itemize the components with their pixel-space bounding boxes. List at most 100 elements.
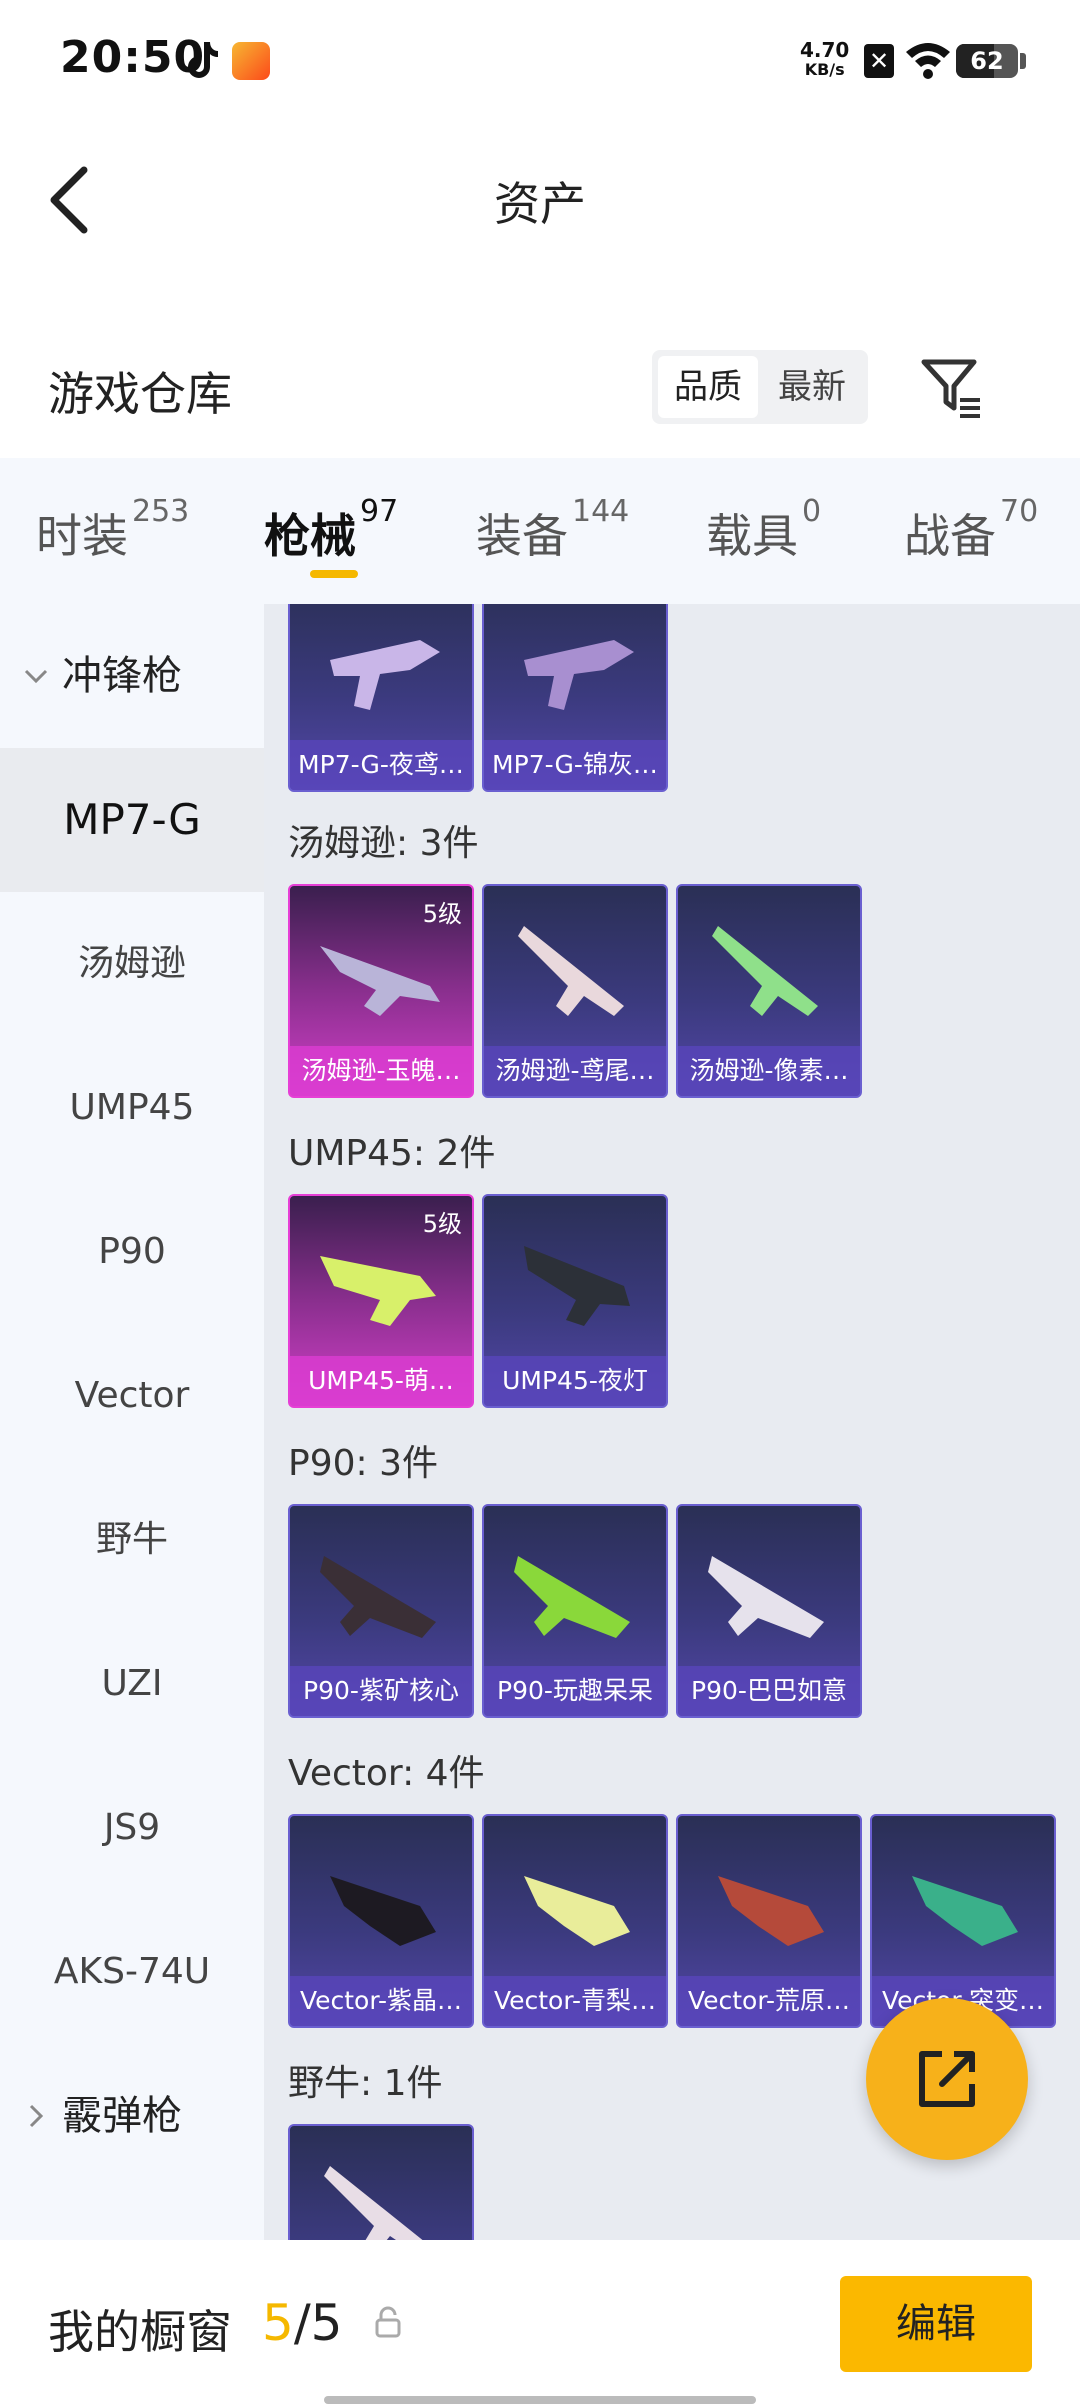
weapon-image — [524, 640, 634, 710]
category-tabs: 时装 253 枪械 97 装备 144 载具 0 战备 70 — [0, 458, 1080, 604]
battery-level: 62 — [970, 47, 1004, 75]
showcase-label: 我的橱窗 — [48, 2305, 232, 2359]
weapon-grid: MP7-G-夜鸢… MP7-G-锦灰… 汤姆逊: 3件 5级 汤姆逊-玉魄… 汤… — [264, 604, 1080, 2240]
weapon-card[interactable]: Vector-紫晶… — [288, 1814, 474, 2028]
tab-label: 装备 — [476, 509, 568, 563]
edit-button[interactable]: 编辑 — [840, 2276, 1032, 2372]
sidebar-item-mp7g[interactable]: MP7-G — [0, 748, 264, 892]
sidebar-item-ump45[interactable]: UMP45 — [0, 1036, 264, 1180]
warehouse-title: 游戏仓库 — [48, 367, 232, 421]
weapon-card[interactable] — [288, 2124, 474, 2240]
weapon-card-label: P90-紫矿核心 — [290, 1666, 472, 1716]
weapon-card-label: Vector-青梨… — [484, 1976, 666, 2026]
tab-count: 144 — [572, 494, 630, 529]
weapon-sidebar: 冲锋枪 MP7-G 汤姆逊 UMP45 P90 Vector 野牛 UZI JS… — [0, 604, 264, 2240]
sidebar-item-bizon[interactable]: 野牛 — [0, 1468, 264, 1612]
chevron-down-icon — [24, 669, 48, 684]
sidebar-item-js9[interactable]: JS9 — [0, 1756, 264, 1900]
app-badge-icon — [232, 42, 270, 80]
sidebar-group-label: 冲锋枪 — [62, 653, 182, 699]
tab-label: 枪械 — [264, 509, 356, 563]
weapon-image — [524, 1246, 630, 1326]
lock-icon — [375, 2306, 401, 2338]
status-bar: 20:50 4.70 KB/s ✕ 62 — [0, 0, 1080, 120]
group-label-ump45: UMP45: 2件 — [288, 1133, 496, 1174]
weapon-card-label: MP7-G-锦灰… — [484, 740, 666, 790]
sort-newest-button[interactable]: 最新 — [762, 356, 862, 418]
weapon-card-label: Vector-紫晶… — [290, 1976, 472, 2026]
weapon-card[interactable]: MP7-G-锦灰… — [482, 604, 668, 792]
tab-firearms[interactable]: 枪械 97 — [264, 494, 398, 566]
tab-equipment[interactable]: 装备 144 — [476, 494, 629, 566]
weapon-card[interactable]: 汤姆逊-鸢尾… — [482, 884, 668, 1098]
weapon-image — [712, 926, 818, 1016]
weapon-image — [718, 1876, 824, 1946]
filter-icon[interactable] — [920, 356, 984, 420]
sidebar-group-smg[interactable]: 冲锋枪 — [0, 604, 264, 748]
group-label-thompson: 汤姆逊: 3件 — [288, 823, 479, 864]
weapon-card[interactable]: Vector-荒原… — [676, 1814, 862, 2028]
page-title: 资产 — [494, 177, 586, 231]
weapon-card[interactable]: 汤姆逊-像素… — [676, 884, 862, 1098]
battery-icon: 62 — [956, 44, 1018, 78]
weapon-image — [524, 1876, 630, 1946]
tab-count: 0 — [802, 494, 822, 529]
sidebar-group-shotgun[interactable]: 霰弹枪 — [0, 2044, 264, 2188]
tab-active-indicator — [310, 570, 358, 578]
sidebar-item-thompson[interactable]: 汤姆逊 — [0, 892, 264, 1036]
weapon-image — [320, 1256, 436, 1326]
weapon-image — [320, 1556, 436, 1638]
weapon-card[interactable]: P90-玩趣呆呆 — [482, 1504, 668, 1718]
weapon-card[interactable]: 5级 汤姆逊-玉魄… — [288, 884, 474, 1098]
wifi-icon — [906, 43, 950, 79]
weapon-card[interactable]: MP7-G-夜鸢… — [288, 604, 474, 792]
sidebar-item-aks74u[interactable]: AKS-74U — [0, 1900, 264, 2044]
net-speed: 4.70 KB/s — [800, 40, 849, 80]
tab-vehicles[interactable]: 载具 0 — [706, 494, 821, 566]
chevron-right-icon — [29, 2104, 44, 2128]
sidebar-item-vector[interactable]: Vector — [0, 1324, 264, 1468]
weapon-image — [320, 946, 440, 1016]
sort-quality-button[interactable]: 品质 — [658, 356, 758, 418]
weapon-image — [324, 2166, 423, 2240]
tiktok-icon — [188, 42, 218, 78]
weapon-card[interactable]: P90-紫矿核心 — [288, 1504, 474, 1718]
weapon-card[interactable]: 5级 UMP45-萌… — [288, 1194, 474, 1408]
weapon-card-label: P90-巴巴如意 — [678, 1666, 860, 1716]
net-speed-value: 4.70 — [800, 38, 850, 62]
weapon-card-label: MP7-G-夜鸢… — [290, 740, 472, 790]
sidebar-group-label: 霰弹枪 — [62, 2093, 182, 2139]
weapon-card-label: UMP45-夜灯 — [484, 1356, 666, 1406]
sidebar-item-p90[interactable]: P90 — [0, 1180, 264, 1324]
weapon-card-label: 汤姆逊-玉魄… — [290, 1046, 472, 1096]
showcase-count-current: 5 — [262, 2294, 294, 2352]
group-label-vector: Vector: 4件 — [288, 1753, 485, 1794]
tab-count: 70 — [1000, 494, 1039, 529]
battery-tip — [1020, 53, 1026, 69]
weapon-image — [708, 1556, 824, 1638]
tab-tactical[interactable]: 战备 70 — [904, 494, 1038, 566]
weapon-card-label: 汤姆逊-像素… — [678, 1046, 860, 1096]
share-button[interactable] — [866, 1998, 1028, 2160]
showcase-count: 5/5 — [262, 2294, 342, 2352]
tab-fashion[interactable]: 时装 253 — [36, 494, 189, 566]
weapon-image — [330, 1876, 436, 1946]
net-speed-unit: KB/s — [804, 60, 845, 79]
weapon-image — [514, 1556, 630, 1638]
weapon-image — [330, 640, 440, 710]
weapon-card-label: P90-玩趣呆呆 — [484, 1666, 666, 1716]
weapon-card[interactable]: Vector-青梨… — [482, 1814, 668, 2028]
notification-x-icon: ✕ — [864, 44, 894, 78]
weapon-card[interactable]: Vector-突变… — [870, 1814, 1056, 2028]
weapon-card[interactable]: UMP45-夜灯 — [482, 1194, 668, 1408]
weapon-card-label: 汤姆逊-鸢尾… — [484, 1046, 666, 1096]
weapon-image — [912, 1876, 1018, 1946]
tab-label: 战备 — [904, 509, 996, 563]
showcase-bar: 我的橱窗 5/5 编辑 — [0, 2240, 1080, 2408]
weapon-image — [518, 926, 624, 1016]
weapon-card[interactable]: P90-巴巴如意 — [676, 1504, 862, 1718]
tab-label: 时装 — [36, 509, 128, 563]
tab-count: 253 — [132, 494, 190, 529]
showcase-count-separator: / — [293, 2294, 311, 2352]
sidebar-item-uzi[interactable]: UZI — [0, 1612, 264, 1756]
